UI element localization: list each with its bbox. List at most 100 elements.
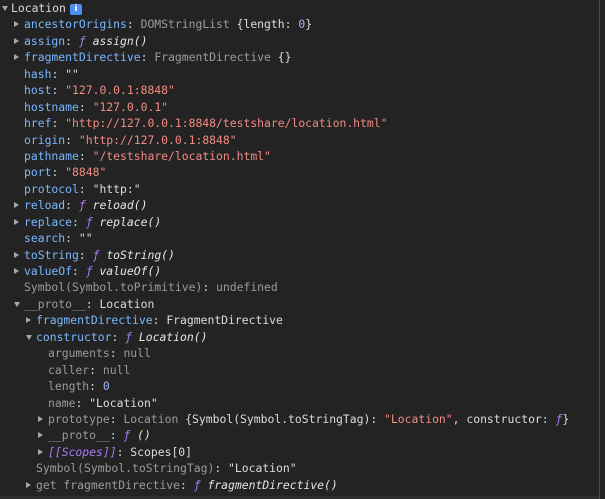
key-separator: : [78, 99, 93, 114]
property-value: "8848" [65, 165, 106, 179]
value-segment: , constructor: [452, 411, 556, 426]
expand-triangle-icon[interactable] [38, 415, 43, 422]
expand-triangle-icon[interactable] [14, 37, 19, 44]
property-key: assign [24, 33, 66, 48]
value-segment: } [562, 411, 570, 426]
property-row[interactable]: prototype: Location {Symbol(Symbol.toStr… [0, 411, 599, 427]
property-key: origin [24, 132, 66, 147]
property-row: hash: "" [0, 66, 599, 82]
property-value: 0 [103, 379, 110, 393]
collapse-triangle-icon[interactable] [26, 334, 32, 340]
expand-triangle-icon[interactable] [14, 268, 19, 274]
value-segment: ƒ [85, 264, 100, 278]
key-separator: : [51, 116, 66, 131]
property-key: get fragmentDirective [36, 477, 181, 492]
expand-triangle-icon[interactable] [38, 448, 43, 455]
key-separator: : [51, 165, 66, 180]
property-value: Location [99, 297, 154, 311]
property-value: "http://127.0.0.1:8848/testshare/locatio… [65, 116, 387, 130]
property-row[interactable]: valueOf: ƒ valueOf() [0, 263, 599, 279]
value-segment: "/testshare/location.html" [92, 148, 271, 163]
property-key: caller [48, 362, 90, 377]
property-key: __proto__ [24, 296, 86, 311]
value-segment: {} [277, 50, 292, 65]
property-key: name [48, 395, 76, 410]
property-row: Symbol(Symbol.toStringTag): "Location" [0, 460, 599, 476]
property-value: "" [79, 231, 93, 245]
property-key: [[Scopes]] [48, 444, 117, 459]
property-row[interactable]: get fragmentDirective: ƒ fragmentDirecti… [0, 477, 599, 493]
property-row[interactable]: reload: ƒ reload() [0, 197, 599, 213]
value-segment: toString() [106, 247, 175, 262]
expand-triangle-icon[interactable] [14, 251, 19, 258]
property-value: "Location" [89, 396, 158, 410]
property-key: length [48, 379, 90, 394]
value-segment: ƒ [85, 214, 100, 229]
property-row: hostname: "127.0.0.1" [0, 99, 599, 115]
value-segment: ƒ [125, 329, 139, 344]
expand-triangle-icon[interactable] [26, 317, 31, 324]
value-segment: Location [99, 296, 155, 311]
expand-triangle-icon[interactable] [38, 432, 43, 439]
property-row[interactable]: toString: ƒ toString() [0, 247, 599, 263]
property-row: host: "127.0.0.1:8848" [0, 82, 599, 98]
property-row[interactable]: constructor: ƒ Location() [0, 329, 599, 345]
property-row: origin: "http://127.0.0.1:8848" [0, 132, 599, 148]
property-row: name: "Location" [0, 395, 599, 411]
expand-open-icon[interactable] [2, 6, 8, 11]
key-separator: : [109, 411, 124, 426]
value-segment: ƒ [78, 198, 93, 213]
key-separator: : [116, 444, 131, 459]
value-segment: assign() [92, 33, 148, 48]
property-row: caller: null [0, 362, 599, 378]
expand-triangle-icon[interactable] [14, 202, 19, 209]
value-segment: Scopes[0] [130, 444, 193, 459]
property-row[interactable]: ancestorOrigins: DOMStringList {length: … [0, 16, 599, 32]
key-separator: : [214, 461, 229, 476]
property-value: ƒ fragmentDirective() [194, 478, 338, 492]
property-row[interactable]: replace: ƒ replace() [0, 214, 599, 230]
property-key: prototype [48, 411, 110, 426]
expand-triangle-icon[interactable] [26, 481, 31, 488]
property-row[interactable]: __proto__: Location [0, 296, 599, 312]
object-header-row[interactable]: Location i [0, 0, 599, 16]
collapse-triangle-icon[interactable] [14, 301, 20, 307]
property-row: href: "http://127.0.0.1:8848/testshare/l… [0, 115, 599, 131]
property-row: protocol: "http:" [0, 181, 599, 197]
property-key: port [24, 165, 52, 180]
property-key: search [24, 231, 66, 246]
property-row[interactable]: assign: ƒ assign() [0, 33, 599, 49]
key-separator: : [89, 362, 103, 377]
expand-triangle-icon[interactable] [14, 21, 19, 28]
value-segment: ƒ [78, 33, 93, 48]
property-value: "http:" [93, 182, 141, 196]
property-value: ƒ () [123, 428, 150, 442]
value-segment: ƒ [92, 247, 107, 262]
key-separator: : [78, 247, 93, 262]
expand-triangle-icon[interactable] [14, 218, 19, 225]
property-value: "127.0.0.1:8848" [65, 83, 175, 97]
info-icon[interactable]: i [69, 4, 82, 15]
value-segment: () [137, 428, 151, 443]
property-key: protocol [24, 181, 79, 196]
property-row[interactable]: fragmentDirective: FragmentDirective {} [0, 49, 599, 65]
property-row[interactable]: [[Scopes]]: Scopes[0] [0, 444, 599, 460]
property-value: ƒ replace() [86, 215, 161, 229]
property-key: host [24, 83, 52, 98]
property-row[interactable]: fragmentDirective: FragmentDirective [0, 312, 599, 328]
property-key: fragmentDirective [36, 313, 153, 328]
key-separator: : [140, 50, 155, 65]
expand-triangle-icon[interactable] [14, 54, 19, 61]
value-segment: "http://127.0.0.1:8848/testshare/locatio… [65, 116, 388, 131]
key-separator: : [78, 148, 93, 163]
key-separator: : [152, 313, 167, 328]
property-value: null [123, 346, 150, 360]
property-value: Location {Symbol(Symbol.toStringTag): "L… [123, 412, 569, 426]
property-row: Symbol(Symbol.toPrimitive): undefined [0, 279, 599, 295]
property-key: valueOf [24, 264, 73, 278]
property-key: toString [24, 247, 79, 262]
value-segment: replace() [99, 214, 162, 229]
value-segment: DOMStringList [140, 17, 237, 32]
property-row[interactable]: __proto__: ƒ () [0, 427, 599, 443]
value-segment: undefined [216, 280, 278, 295]
